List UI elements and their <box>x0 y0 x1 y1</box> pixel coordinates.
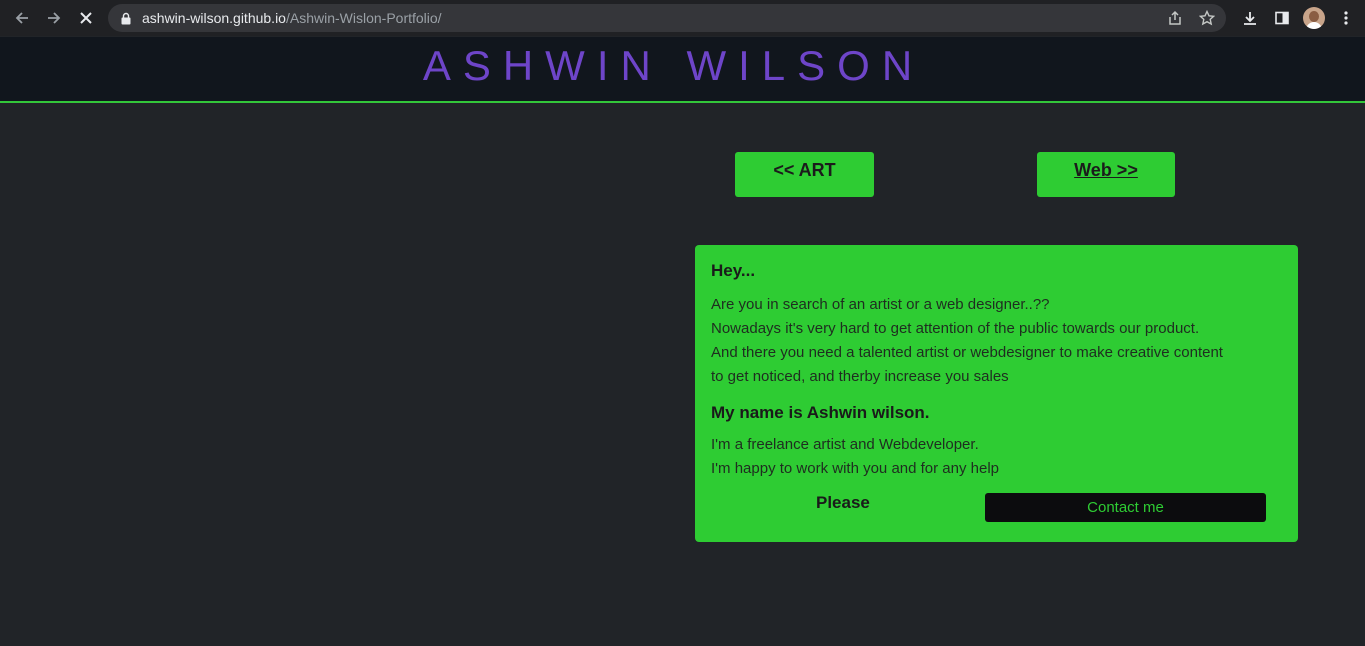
intro-line: Nowadays it's very hard to get attention… <box>711 320 1200 337</box>
share-icon[interactable] <box>1164 7 1186 29</box>
about-line: I'm happy to work with you and for any h… <box>711 460 1000 477</box>
site-title: ASHWIN WILSON <box>422 42 925 89</box>
intro-paragraph: Are you in search of an artist or a web … <box>711 293 1282 389</box>
download-icon[interactable] <box>1239 7 1261 29</box>
art-nav-button[interactable]: << ART <box>735 152 874 197</box>
browser-toolbar: ashwin-wilson.github.io/Ashwin-Wislon-Po… <box>0 0 1365 36</box>
url-host: ashwin-wilson.github.io <box>142 10 286 26</box>
about-paragraph: I'm a freelance artist and Webdeveloper.… <box>711 433 1282 481</box>
please-label: Please <box>816 493 870 512</box>
site-header: ASHWIN WILSON <box>0 37 1365 103</box>
url-text[interactable]: ashwin-wilson.github.io/Ashwin-Wislon-Po… <box>142 10 442 26</box>
about-line: I'm a freelance artist and Webdeveloper. <box>711 436 979 453</box>
contact-row: Please Contact me <box>711 493 1282 523</box>
intro-line: And there you need a talented artist or … <box>711 344 1223 361</box>
url-path: /Ashwin-Wislon-Portfolio/ <box>285 10 442 26</box>
intro-line: Are you in search of an artist or a web … <box>711 296 1050 313</box>
greeting-heading: Hey... <box>711 261 756 280</box>
profile-avatar[interactable] <box>1303 7 1325 29</box>
back-icon[interactable] <box>6 2 38 34</box>
name-heading: My name is Ashwin wilson. <box>711 403 930 422</box>
stop-icon[interactable] <box>70 2 102 34</box>
star-icon[interactable] <box>1196 7 1218 29</box>
menu-icon[interactable] <box>1335 7 1357 29</box>
lock-icon[interactable] <box>120 11 132 25</box>
web-nav-button[interactable]: Web >> <box>1037 152 1175 197</box>
address-bar[interactable]: ashwin-wilson.github.io/Ashwin-Wislon-Po… <box>108 4 1226 32</box>
avatar <box>1303 7 1325 29</box>
sidepanel-icon[interactable] <box>1271 7 1293 29</box>
intro-line: to get noticed, and therby increase you … <box>711 368 1009 385</box>
contact-button[interactable]: Contact me <box>985 493 1266 522</box>
forward-icon[interactable] <box>38 2 70 34</box>
intro-card: Hey... Are you in search of an artist or… <box>695 245 1298 542</box>
